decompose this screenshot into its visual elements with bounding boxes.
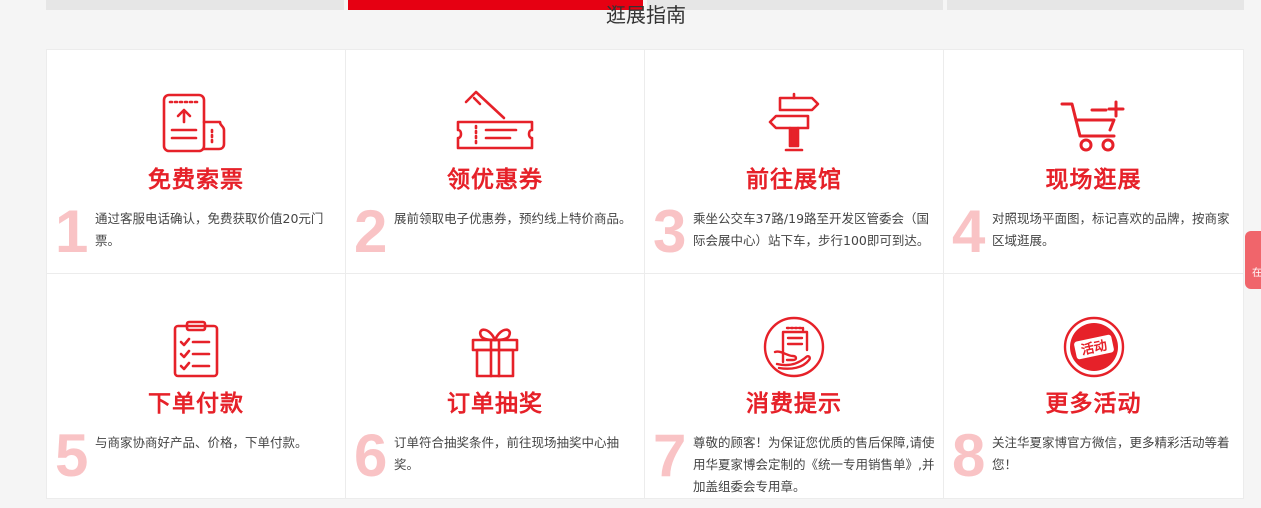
guide-card-order-pay[interactable]: 下单付款 5 与商家协商好产品、价格，下单付款。 bbox=[47, 274, 346, 498]
tab-0[interactable] bbox=[46, 0, 344, 10]
card-step-number: 6 bbox=[354, 422, 388, 489]
card-title: 更多活动 bbox=[1045, 391, 1142, 417]
card-description: 乘坐公交车37路/19路至开发区管委会（国际会展中心）站下车，步行100即可到达… bbox=[693, 211, 930, 248]
coupon-icon bbox=[450, 88, 540, 154]
card-description: 展前领取电子优惠券，预约线上特价商品。 bbox=[394, 211, 632, 226]
signpost-icon bbox=[749, 88, 839, 154]
card-description: 订单符合抽奖条件，前往现场抽奖中心抽奖。 bbox=[394, 435, 620, 472]
card-title: 消费提示 bbox=[746, 391, 842, 417]
guide-card-coupon[interactable]: 领优惠券 2 展前领取电子优惠券，预约线上特价商品。 bbox=[346, 50, 645, 274]
guide-card-more-activities[interactable]: 活动 更多活动 8 关注华夏家博官方微信，更多精彩活动等着您！ bbox=[944, 274, 1243, 498]
card-step-number: 1 bbox=[55, 198, 89, 265]
guide-card-order-lottery[interactable]: 订单抽奖 6 订单符合抽奖条件，前往现场抽奖中心抽奖。 bbox=[346, 274, 645, 498]
card-title: 现场逛展 bbox=[1045, 167, 1142, 193]
card-step-number: 4 bbox=[952, 198, 986, 265]
guide-card-go-venue[interactable]: 前往展馆 3 乘坐公交车37路/19路至开发区管委会（国际会展中心）站下车，步行… bbox=[645, 50, 944, 274]
card-step-number: 2 bbox=[354, 198, 388, 265]
card-description: 关注华夏家博官方微信，更多精彩活动等着您！ bbox=[992, 435, 1230, 472]
clipboard-checklist-icon bbox=[151, 312, 241, 378]
card-description: 与商家协商好产品、价格，下单付款。 bbox=[95, 435, 308, 450]
side-float-label: 在 bbox=[1252, 268, 1261, 279]
card-description: 对照现场平面图，标记喜欢的品牌，按商家区域逛展。 bbox=[992, 211, 1230, 248]
card-step-number: 8 bbox=[952, 422, 986, 489]
side-float-button[interactable]: 在 bbox=[1245, 231, 1261, 289]
card-description: 通过客服电话确认，免费获取价值20元门票。 bbox=[95, 211, 324, 248]
guide-card-visit-expo[interactable]: 现场逛展 4 对照现场平面图，标记喜欢的品牌，按商家区域逛展。 bbox=[944, 50, 1243, 274]
card-description: 尊敬的顾客！为保证您优质的售后保障,请使用华夏家博会定制的《统一专用销售单》,并… bbox=[693, 435, 935, 494]
guide-grid: 免费索票 1 通过客服电话确认，免费获取价值20元门票。 领优惠券 2 展前领取… bbox=[46, 49, 1244, 499]
card-title: 下单付款 bbox=[148, 391, 244, 417]
card-step-number: 5 bbox=[55, 422, 89, 489]
activity-badge-icon: 活动 bbox=[1049, 312, 1139, 378]
ticket-icon bbox=[151, 88, 241, 154]
card-title: 领优惠券 bbox=[447, 167, 543, 193]
receipt-hand-icon bbox=[749, 312, 839, 378]
gift-icon bbox=[450, 312, 540, 378]
card-step-number: 3 bbox=[653, 198, 687, 265]
tab-3[interactable] bbox=[947, 0, 1244, 10]
card-title: 前往展馆 bbox=[746, 167, 842, 193]
guide-card-free-ticket[interactable]: 免费索票 1 通过客服电话确认，免费获取价值20元门票。 bbox=[47, 50, 346, 274]
guide-page: 逛展指南 免费索票 1 通过客服电话确认，免费获取价值20元门票。 领优惠券 2… bbox=[0, 0, 1261, 508]
card-step-number: 7 bbox=[653, 422, 687, 489]
card-title: 订单抽奖 bbox=[447, 391, 543, 417]
section-title: 逛展指南 bbox=[606, 3, 686, 27]
shopping-cart-icon bbox=[1049, 88, 1139, 154]
guide-card-consumer-tips[interactable]: 消费提示 7 尊敬的顾客！为保证您优质的售后保障,请使用华夏家博会定制的《统一专… bbox=[645, 274, 944, 498]
card-title: 免费索票 bbox=[148, 167, 244, 193]
